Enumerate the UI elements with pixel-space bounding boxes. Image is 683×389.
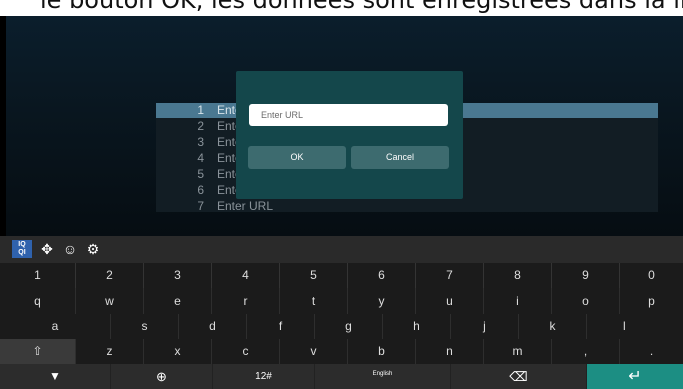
url-row-number: 1 — [197, 103, 204, 117]
ime-toolbar: IQ QI ✥ ☺ ⚙ — [0, 236, 683, 263]
url-list-row-7[interactable]: 7 Enter URL — [156, 199, 658, 214]
cancel-button[interactable]: Cancel — [351, 146, 449, 169]
key-e[interactable]: e — [144, 288, 212, 314]
emoji-icon[interactable]: ☺ — [60, 240, 80, 258]
key-v[interactable]: v — [280, 339, 348, 364]
key-q[interactable]: q — [0, 288, 76, 314]
ok-button[interactable]: OK — [248, 146, 346, 169]
keyboard-row-bottom: ▼ ⊕ 12# English ⌫ ↵ — [0, 364, 683, 389]
key-n[interactable]: n — [416, 339, 484, 364]
shift-icon: ⇧ — [32, 344, 43, 358]
key-5[interactable]: 5 — [280, 263, 348, 288]
key-j[interactable]: j — [451, 314, 519, 339]
key-0[interactable]: 0 — [620, 263, 683, 288]
key-g[interactable]: g — [315, 314, 383, 339]
key-c[interactable]: c — [212, 339, 280, 364]
caption-text-strip: le bouton OK, les données sont enregistr… — [0, 0, 683, 16]
key-r[interactable]: r — [212, 288, 280, 314]
hide-keyboard-key[interactable]: ▼ — [0, 364, 111, 389]
key-4[interactable]: 4 — [212, 263, 280, 288]
key-9[interactable]: 9 — [552, 263, 620, 288]
space-language-label: English — [372, 371, 393, 377]
enter-key[interactable]: ↵ — [587, 364, 683, 389]
key-1[interactable]: 1 — [0, 263, 76, 288]
key-u[interactable]: u — [416, 288, 484, 314]
key-l[interactable]: l — [587, 314, 683, 339]
url-row-number: 4 — [197, 151, 204, 165]
caption-text: le bouton OK, les données sont enregistr… — [40, 0, 683, 14]
key-h[interactable]: h — [383, 314, 451, 339]
key-p[interactable]: p — [620, 288, 683, 314]
key-k[interactable]: k — [519, 314, 587, 339]
key-b[interactable]: b — [348, 339, 416, 364]
url-row-number: 3 — [197, 135, 204, 149]
move-icon[interactable]: ✥ — [37, 240, 57, 258]
globe-icon: ⊕ — [156, 369, 167, 384]
key-period[interactable]: . — [620, 339, 683, 364]
backspace-icon: ⌫ — [509, 369, 528, 384]
key-8[interactable]: 8 — [484, 263, 552, 288]
key-f[interactable]: f — [247, 314, 315, 339]
settings-icon[interactable]: ⚙ — [83, 240, 103, 258]
symbols-key[interactable]: 12# — [213, 364, 315, 389]
ime-logo-icon[interactable]: IQ QI — [12, 240, 32, 258]
key-x[interactable]: x — [144, 339, 212, 364]
hide-keyboard-icon: ▼ — [49, 369, 61, 383]
url-row-label: Enter URL — [217, 199, 274, 213]
key-t[interactable]: t — [280, 288, 348, 314]
globe-key[interactable]: ⊕ — [111, 364, 213, 389]
onscreen-keyboard: 1 2 3 4 5 6 7 8 9 0 q w e r t y u i o p … — [0, 263, 683, 389]
enter-icon: ↵ — [628, 368, 642, 385]
key-3[interactable]: 3 — [144, 263, 212, 288]
key-comma[interactable]: , — [552, 339, 620, 364]
ime-logo-text-bottom: QI — [18, 249, 26, 256]
url-row-number: 5 — [197, 167, 204, 181]
backspace-key[interactable]: ⌫ — [451, 364, 587, 389]
key-d[interactable]: d — [179, 314, 247, 339]
shift-key[interactable]: ⇧ — [0, 339, 76, 364]
url-input[interactable] — [249, 104, 448, 126]
key-7[interactable]: 7 — [416, 263, 484, 288]
key-a[interactable]: a — [0, 314, 111, 339]
key-o[interactable]: o — [552, 288, 620, 314]
enter-url-dialog: OK Cancel — [236, 71, 463, 199]
url-row-number: 6 — [197, 183, 204, 197]
key-m[interactable]: m — [484, 339, 552, 364]
key-y[interactable]: y — [348, 288, 416, 314]
url-row-number: 2 — [197, 119, 204, 133]
key-2[interactable]: 2 — [76, 263, 144, 288]
key-i[interactable]: i — [484, 288, 552, 314]
key-w[interactable]: w — [76, 288, 144, 314]
key-s[interactable]: s — [111, 314, 179, 339]
key-z[interactable]: z — [76, 339, 144, 364]
key-6[interactable]: 6 — [348, 263, 416, 288]
ime-logo-text-top: IQ — [18, 241, 26, 248]
url-row-number: 7 — [197, 199, 204, 213]
space-key[interactable]: English — [315, 364, 451, 389]
